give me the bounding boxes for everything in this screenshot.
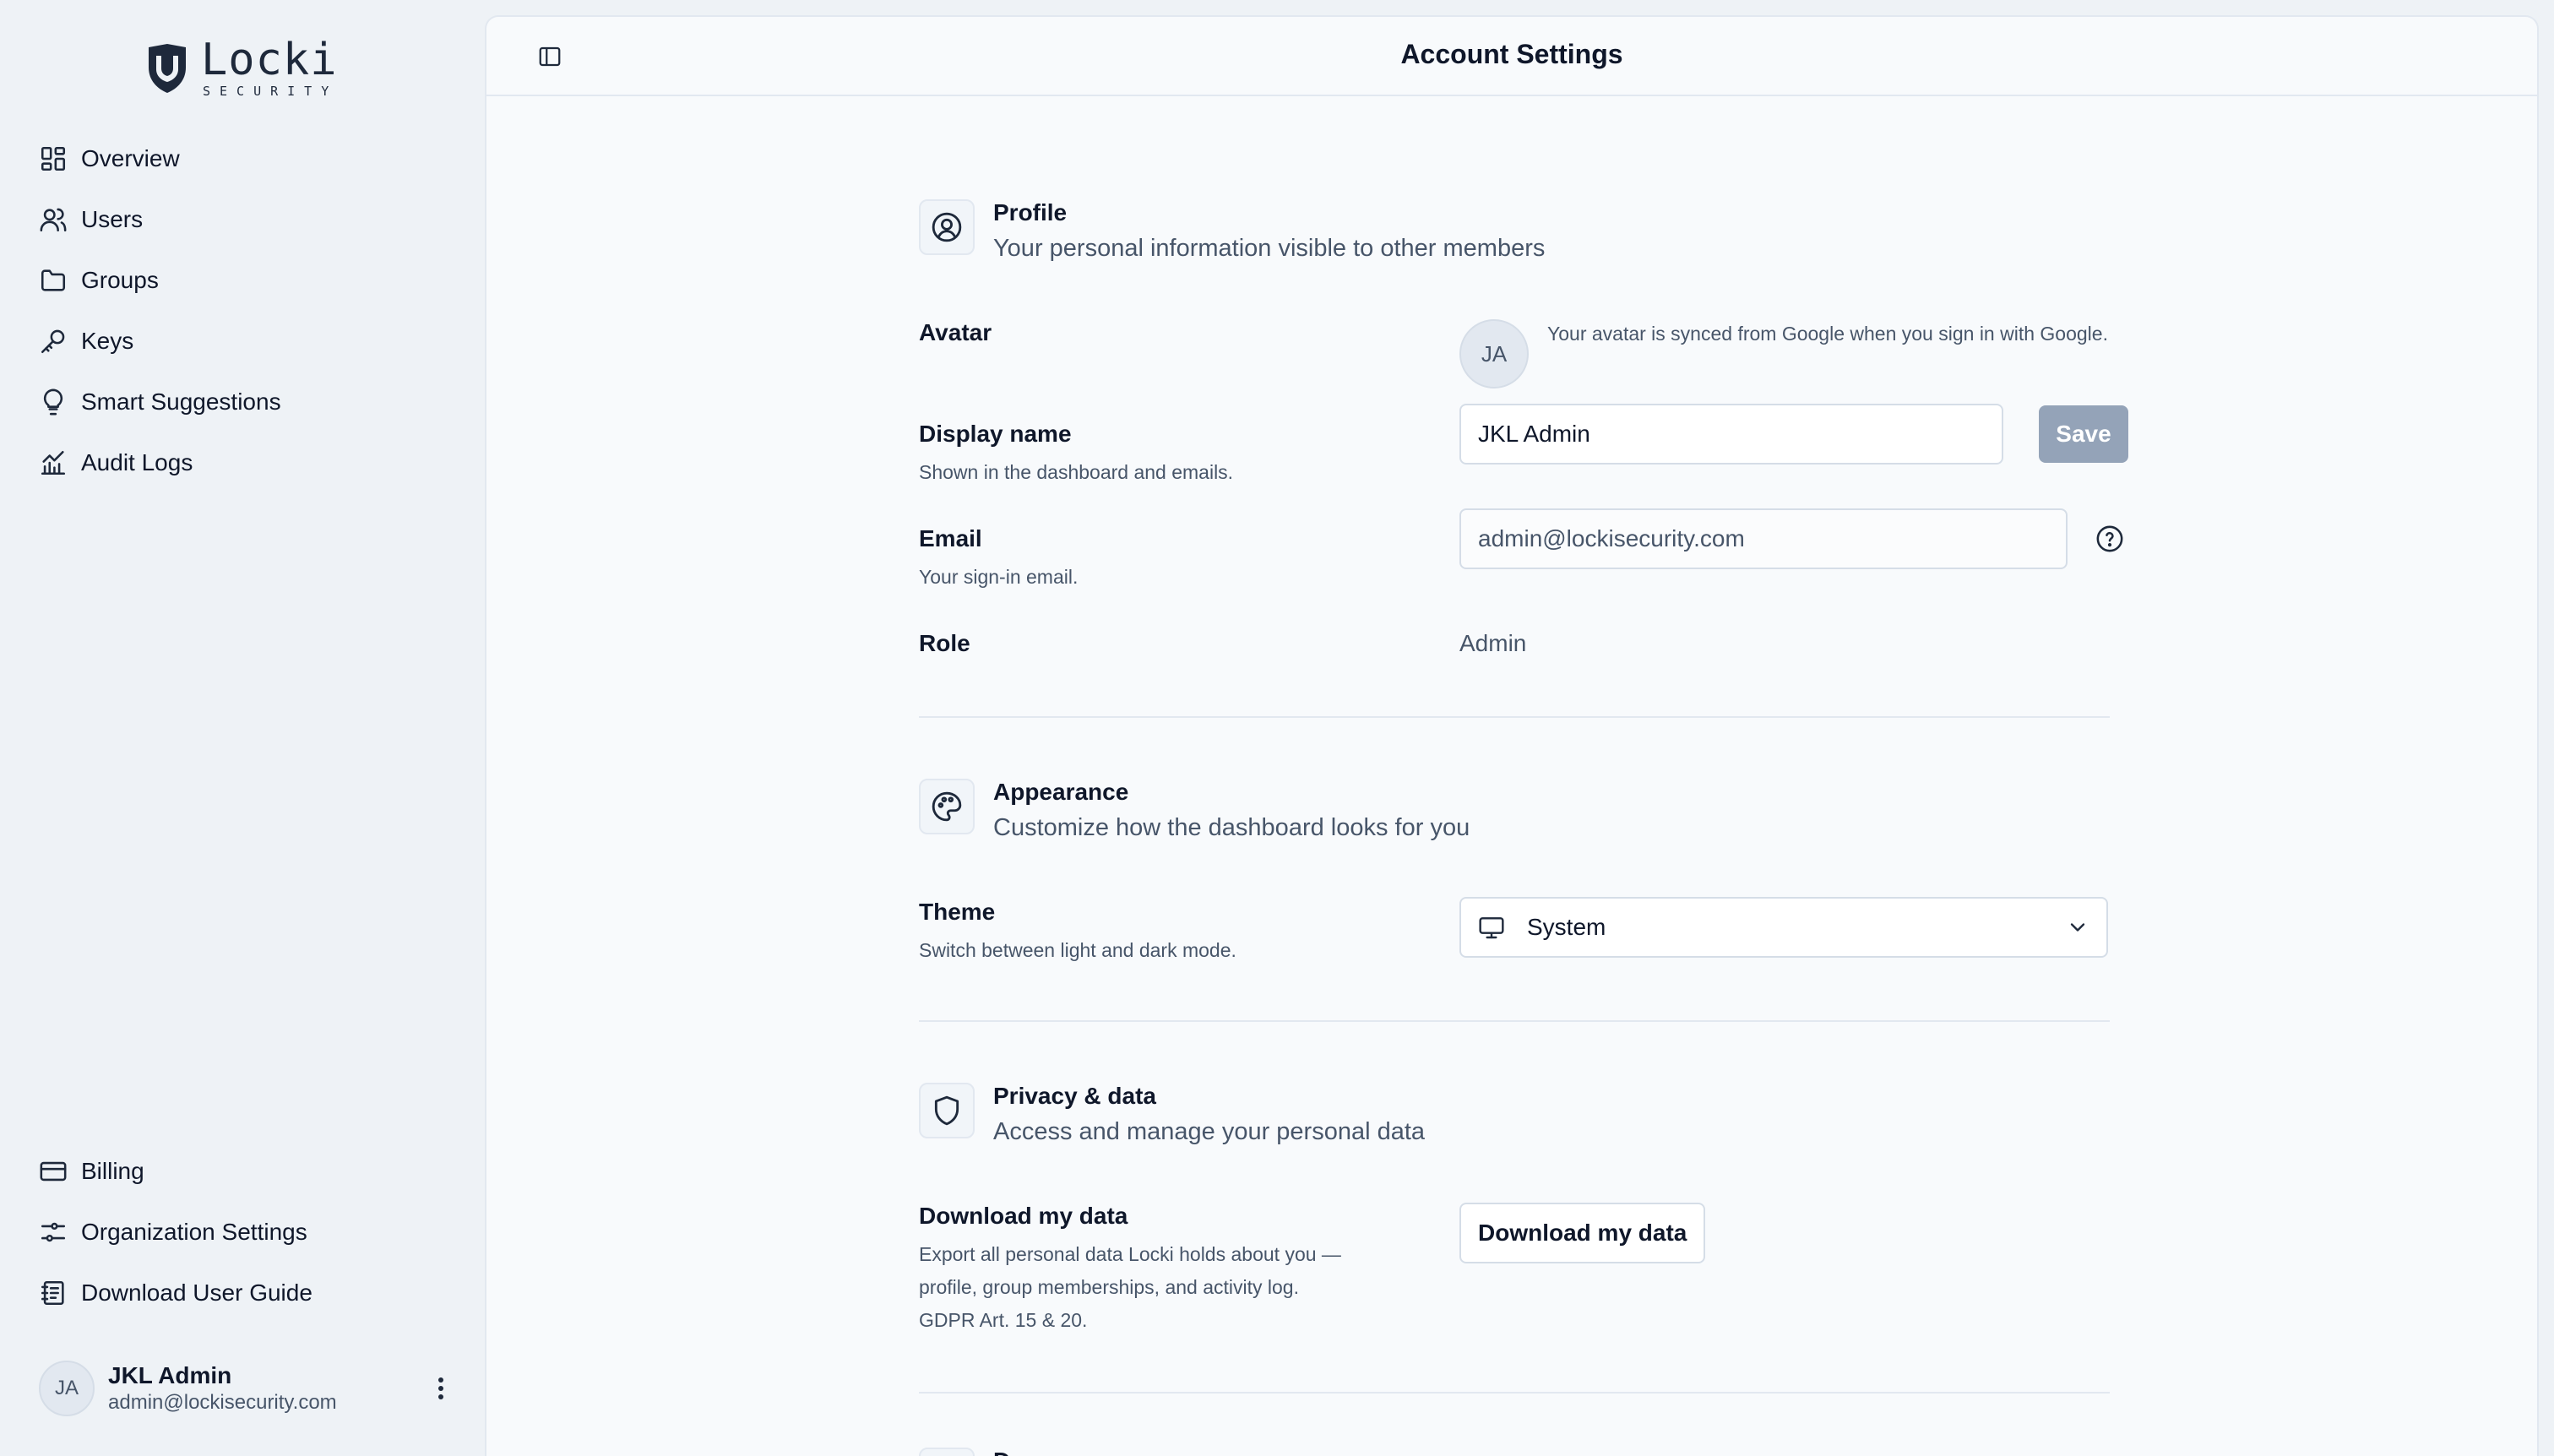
section-divider bbox=[919, 1392, 2110, 1394]
sidebar-item-label: Smart Suggestions bbox=[81, 388, 281, 415]
folder-icon bbox=[41, 269, 66, 291]
download-data-label: Download my data bbox=[919, 1203, 1128, 1229]
avatar-sync-note: Your avatar is synced from Google when y… bbox=[1547, 323, 2108, 345]
sidebar-item-label: Audit Logs bbox=[81, 449, 193, 475]
shield-icon bbox=[919, 1083, 975, 1138]
sidebar-item-audit-logs[interactable]: Audit Logs bbox=[39, 439, 461, 486]
sidebar-item-groups[interactable]: Groups bbox=[39, 257, 461, 304]
sidebar-item-label: Keys bbox=[81, 328, 134, 354]
sidebar-item-label: Overview bbox=[81, 145, 180, 171]
email-field[interactable]: admin@lockisecurity.com bbox=[1459, 508, 2068, 569]
top-bar: Account Settings bbox=[486, 17, 2537, 96]
display-name-label: Display name bbox=[919, 421, 1072, 447]
user-account-card[interactable]: JA JKL Admin admin@lockisecurity.com bbox=[39, 1356, 453, 1421]
avatar: JA bbox=[1459, 319, 1529, 388]
section-title: Appearance bbox=[993, 779, 1129, 805]
app-window: Locki SECURITY Overview Users Groups Key… bbox=[0, 0, 2554, 1456]
chevron-down-icon bbox=[2070, 923, 2085, 932]
sidebar-item-overview[interactable]: Overview bbox=[39, 135, 461, 182]
email-help: Your sign-in email. bbox=[919, 566, 1079, 588]
sidebar-item-keys[interactable]: Keys bbox=[39, 318, 461, 365]
key-icon bbox=[41, 329, 65, 354]
warning-triangle-icon bbox=[919, 1448, 975, 1456]
avatar: JA bbox=[39, 1361, 95, 1416]
palette-icon bbox=[919, 779, 975, 834]
role-label: Role bbox=[919, 630, 970, 656]
user-email: admin@lockisecurity.com bbox=[108, 1391, 337, 1414]
user-circle-icon bbox=[919, 199, 975, 255]
main-panel: Account Settings Profile Your personal i… bbox=[485, 15, 2539, 1456]
chart-icon bbox=[41, 450, 66, 475]
section-subtitle: Access and manage your personal data bbox=[993, 1118, 1426, 1145]
section-subtitle: Customize how the dashboard looks for yo… bbox=[993, 814, 1470, 841]
download-my-data-button[interactable]: Download my data bbox=[1459, 1203, 1706, 1263]
sidebar-item-label: Organization Settings bbox=[81, 1219, 307, 1245]
theme-help: Switch between light and dark mode. bbox=[919, 939, 1236, 961]
sidebar-item-label: Groups bbox=[81, 267, 159, 293]
section-title: Danger zone bbox=[993, 1444, 1135, 1456]
sidebar-item-billing[interactable]: Billing bbox=[39, 1148, 461, 1195]
section-subtitle: Your personal information visible to oth… bbox=[993, 235, 1546, 262]
sidebar-item-download-user-guide[interactable]: Download User Guide bbox=[39, 1269, 461, 1317]
shield-logo-icon bbox=[149, 44, 186, 93]
display-name-input[interactable]: JKL Admin bbox=[1459, 404, 2003, 465]
section-title: Profile bbox=[993, 199, 1068, 225]
profile-section-header: Profile Your personal information visibl… bbox=[919, 199, 1545, 267]
role-value: Admin bbox=[1459, 630, 1527, 656]
sidebar-item-label: Users bbox=[81, 206, 144, 232]
theme-label: Theme bbox=[919, 899, 996, 925]
theme-select-value: System bbox=[1527, 914, 1606, 940]
user-name: JKL Admin bbox=[108, 1362, 232, 1388]
sliders-icon bbox=[41, 1222, 66, 1242]
brand-name: Locki bbox=[201, 35, 338, 85]
users-icon bbox=[40, 208, 67, 232]
book-icon bbox=[41, 1280, 64, 1306]
lightbulb-icon bbox=[43, 388, 63, 416]
email-label: Email bbox=[919, 525, 982, 551]
sidebar-item-users[interactable]: Users bbox=[39, 196, 461, 243]
brand-logo[interactable]: Locki SECURITY bbox=[145, 35, 339, 99]
danger-section-header: Danger zone bbox=[919, 1448, 1135, 1456]
brand-tagline: SECURITY bbox=[203, 84, 339, 99]
sidebar-item-smart-suggestions[interactable]: Smart Suggestions bbox=[39, 378, 461, 426]
page-title: Account Settings bbox=[1400, 39, 1623, 69]
download-data-help: Export all personal data Locki holds abo… bbox=[919, 1243, 1341, 1331]
appearance-section-header: Appearance Customize how the dashboard l… bbox=[919, 779, 1470, 846]
theme-select[interactable]: System bbox=[1459, 897, 2108, 958]
credit-card-icon bbox=[40, 1161, 67, 1182]
sidebar-item-label: Download User Guide bbox=[81, 1279, 312, 1306]
monitor-icon bbox=[1479, 917, 1504, 939]
sidebar: Locki SECURITY Overview Users Groups Key… bbox=[0, 0, 485, 1456]
dashboard-icon bbox=[41, 146, 66, 171]
sidebar-item-label: Billing bbox=[81, 1158, 144, 1184]
help-circle-icon[interactable] bbox=[2095, 524, 2125, 554]
privacy-section-header: Privacy & data Access and manage your pe… bbox=[919, 1083, 1425, 1150]
avatar-label: Avatar bbox=[919, 319, 992, 345]
save-button[interactable]: Save bbox=[2039, 405, 2128, 463]
more-options-icon[interactable] bbox=[422, 1370, 459, 1407]
display-name-help: Shown in the dashboard and emails. bbox=[919, 461, 1234, 483]
section-divider bbox=[919, 1020, 2110, 1022]
sidebar-item-organization-settings[interactable]: Organization Settings bbox=[39, 1209, 461, 1256]
section-divider bbox=[919, 716, 2110, 718]
section-title: Privacy & data bbox=[993, 1083, 1156, 1109]
